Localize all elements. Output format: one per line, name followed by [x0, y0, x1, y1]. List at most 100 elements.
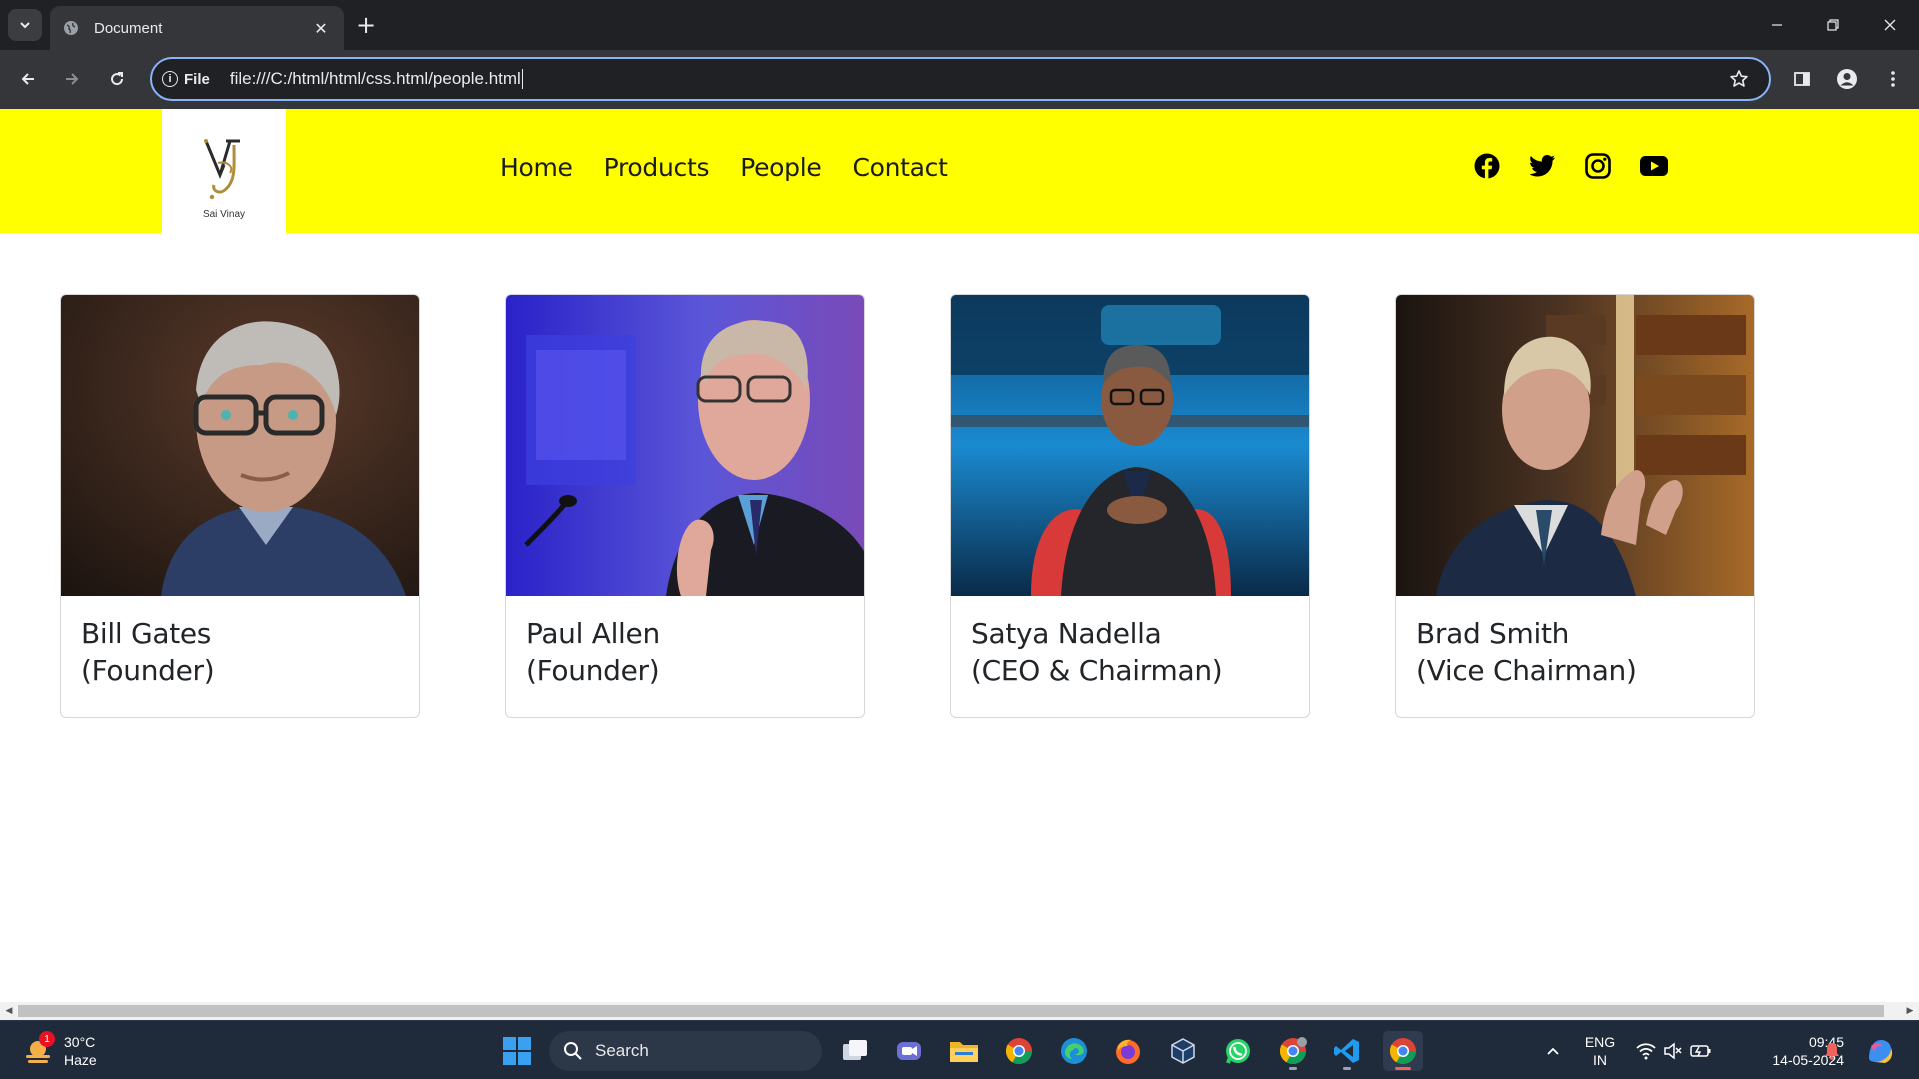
restore-button[interactable] — [1813, 8, 1853, 42]
person-card[interactable]: Brad Smith (Vice Chairman) — [1395, 294, 1755, 718]
card-body: Brad Smith (Vice Chairman) — [1416, 615, 1744, 689]
search-icon — [564, 1042, 582, 1060]
globe-icon — [62, 19, 80, 37]
url-text[interactable]: file:///C:/html/html/css.html/people.htm… — [230, 69, 1723, 90]
person-photo — [61, 295, 419, 596]
side-panel-button[interactable] — [1786, 63, 1818, 95]
person-name: Paul Allen — [526, 617, 660, 650]
nav-products-link[interactable]: Products — [604, 153, 710, 182]
taskbar-app-teams[interactable] — [889, 1031, 929, 1071]
person-role: (Founder) — [81, 654, 215, 687]
person-role: (Founder) — [526, 654, 660, 687]
profile-icon — [1837, 69, 1857, 89]
youtube-icon[interactable] — [1639, 151, 1669, 181]
card-body: Satya Nadella (CEO & Chairman) — [971, 615, 1299, 689]
taskbar-app-firefox[interactable] — [1108, 1031, 1148, 1071]
info-icon: i — [162, 71, 178, 87]
nav-contact-link[interactable]: Contact — [852, 153, 947, 182]
wifi-icon — [1636, 1043, 1656, 1060]
taskbar-app-chrome-profile[interactable] — [1273, 1031, 1313, 1071]
person-card[interactable]: Paul Allen (Founder) — [505, 294, 865, 718]
video-chat-icon — [897, 1042, 921, 1060]
taskbar-app-virtualbox[interactable] — [1163, 1031, 1203, 1071]
tab-title: Document — [94, 19, 163, 37]
scrollbar-thumb[interactable] — [18, 1005, 1884, 1017]
person-name: Bill Gates — [81, 617, 212, 650]
browser-tab[interactable]: Document ✕ — [50, 6, 344, 50]
chrome-icon — [1279, 1037, 1307, 1065]
card-body: Bill Gates (Founder) — [81, 615, 409, 689]
scroll-right-arrow[interactable]: ▶ — [1901, 1002, 1919, 1020]
more-vert-icon — [1891, 71, 1895, 87]
instagram-icon[interactable] — [1583, 151, 1613, 181]
taskbar-app-chrome-active[interactable] — [1383, 1031, 1423, 1071]
taskbar-app-file-explorer[interactable] — [944, 1031, 984, 1071]
new-tab-button[interactable]: + — [352, 11, 380, 39]
show-hidden-icons-button[interactable] — [1541, 1031, 1565, 1071]
site-nav: Home Products People Contact — [500, 153, 948, 182]
windows-logo-icon — [503, 1037, 531, 1065]
person-role: (Vice Chairman) — [1416, 654, 1637, 687]
running-indicator — [1343, 1067, 1351, 1070]
forward-button[interactable] — [56, 63, 88, 95]
active-indicator — [1395, 1067, 1411, 1070]
person-card[interactable]: Bill Gates (Founder) — [60, 294, 420, 718]
cube-icon — [1171, 1038, 1195, 1064]
nav-people-link[interactable]: People — [740, 153, 822, 182]
logo-mark-icon — [204, 139, 240, 200]
scroll-left-arrow[interactable]: ◀ — [0, 1002, 18, 1020]
twitter-icon[interactable] — [1528, 151, 1558, 181]
person-name: Satya Nadella — [971, 617, 1162, 650]
browser-tab-strip: Document ✕ + — [0, 0, 1919, 50]
chevron-down-icon — [20, 22, 30, 29]
bookmark-star-icon[interactable] — [1723, 63, 1755, 95]
weather-description: Haze — [64, 1052, 97, 1068]
back-button[interactable] — [12, 63, 44, 95]
card-body: Paul Allen (Founder) — [526, 615, 854, 689]
browser-toolbar: i File file:///C:/html/html/css.html/peo… — [0, 50, 1919, 109]
person-photo — [951, 295, 1309, 596]
nav-home-link[interactable]: Home — [500, 153, 573, 182]
site-logo[interactable]: Sai Vinay — [162, 109, 286, 233]
site-header: Sai Vinay Home Products People Contact — [0, 109, 1919, 233]
running-indicator — [1289, 1067, 1297, 1070]
taskbar-app-chrome[interactable] — [999, 1031, 1039, 1071]
close-tab-icon[interactable]: ✕ — [310, 17, 332, 39]
reload-button[interactable] — [101, 63, 133, 95]
minimize-icon — [1772, 24, 1782, 26]
language-indicator[interactable]: ENG IN — [1581, 1031, 1619, 1071]
horizontal-scrollbar[interactable]: ◀ ▶ — [0, 1002, 1919, 1020]
taskbar: 1 30°C Haze Search ENG IN 09:45 14-05-20… — [0, 1020, 1919, 1079]
notification-bell-icon[interactable] — [1823, 1031, 1841, 1071]
chevron-up-icon — [1547, 1047, 1559, 1055]
person-card[interactable]: Satya Nadella (CEO & Chairman) — [950, 294, 1310, 718]
taskbar-app-vscode[interactable] — [1327, 1031, 1367, 1071]
taskbar-app-edge[interactable] — [1054, 1031, 1094, 1071]
taskbar-app-whatsapp[interactable] — [1218, 1031, 1258, 1071]
minimize-button[interactable] — [1757, 8, 1797, 42]
firefox-icon — [1116, 1039, 1140, 1064]
close-window-button[interactable] — [1870, 8, 1910, 42]
site-info-chip[interactable]: i File — [162, 71, 210, 88]
vscode-icon — [1334, 1039, 1359, 1063]
address-bar[interactable]: i File file:///C:/html/html/css.html/peo… — [150, 57, 1771, 101]
tab-search-button[interactable] — [8, 9, 42, 41]
taskbar-search[interactable]: Search — [549, 1031, 822, 1071]
quick-settings-button[interactable] — [1636, 1031, 1712, 1071]
facebook-icon[interactable] — [1472, 151, 1502, 181]
start-button[interactable] — [497, 1031, 537, 1071]
reload-icon — [111, 72, 124, 86]
profile-button[interactable] — [1831, 63, 1863, 95]
arrow-left-icon — [21, 73, 34, 85]
speaker-muted-icon — [1664, 1042, 1682, 1060]
menu-button[interactable] — [1877, 63, 1909, 95]
copilot-icon[interactable] — [1862, 1031, 1898, 1071]
task-view-button[interactable] — [835, 1031, 875, 1071]
person-photo — [506, 295, 864, 596]
haze-weather-icon: 1 — [22, 1031, 55, 1067]
weather-temperature: 30°C — [64, 1034, 96, 1050]
weather-widget[interactable]: 1 30°C Haze — [22, 1031, 97, 1069]
logo-text: Sai Vinay — [202, 209, 246, 220]
folder-icon — [950, 1042, 978, 1062]
chrome-icon — [1389, 1038, 1417, 1065]
